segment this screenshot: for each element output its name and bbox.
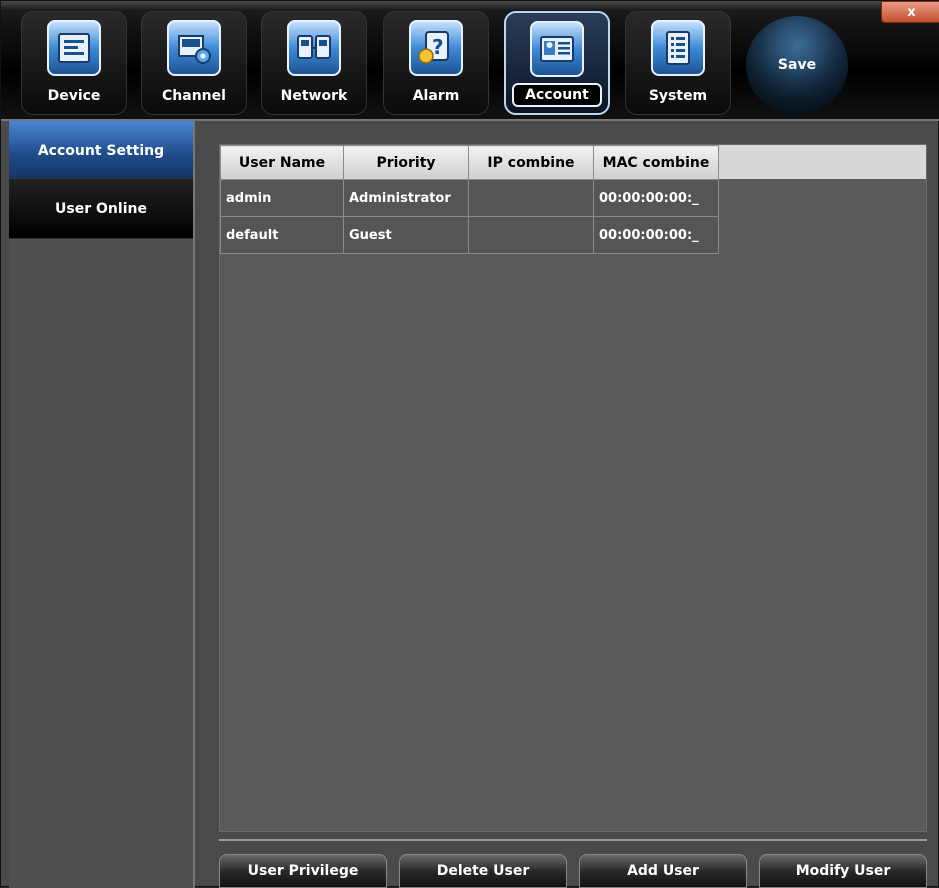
column-header-priority[interactable]: Priority [343, 145, 469, 180]
cell-user-name: default [220, 216, 344, 254]
system-icon [651, 20, 705, 76]
device-icon [47, 20, 101, 76]
tab-device-label: Device [47, 88, 101, 104]
close-button[interactable]: x [881, 1, 939, 23]
account-icon [530, 21, 584, 77]
tab-alarm[interactable]: ? Alarm [383, 11, 489, 115]
tab-account-label: Account [512, 83, 602, 107]
tab-network[interactable]: Network [261, 11, 367, 115]
table-header-row: User Name Priority IP combine MAC combin… [220, 145, 719, 180]
cell-ip-combine [468, 179, 594, 217]
sidebar-item-account-setting[interactable]: Account Setting [9, 121, 193, 179]
tab-device[interactable]: Device [21, 11, 127, 115]
divider [219, 839, 927, 841]
cell-ip-combine [468, 216, 594, 254]
table-row[interactable]: admin Administrator 00:00:00:00:_ [220, 179, 719, 217]
tab-network-label: Network [280, 88, 348, 104]
user-privilege-button[interactable]: User Privilege [219, 854, 387, 888]
column-header-user-name[interactable]: User Name [220, 145, 344, 180]
cell-priority: Guest [343, 216, 469, 254]
app-window: Device Channel Network ? Alarm Account S… [0, 0, 939, 888]
save-button[interactable]: Save [746, 16, 848, 114]
tab-account[interactable]: Account [504, 11, 610, 115]
cell-priority: Administrator [343, 179, 469, 217]
add-user-button[interactable]: Add User [579, 854, 747, 888]
user-table: User Name Priority IP combine MAC combin… [220, 145, 719, 254]
tab-system[interactable]: System [625, 11, 731, 115]
cell-mac-combine: 00:00:00:00:_ [593, 216, 719, 254]
top-toolbar: Device Channel Network ? Alarm Account S… [1, 1, 939, 121]
modify-user-button[interactable]: Modify User [759, 854, 927, 888]
delete-user-button[interactable]: Delete User [399, 854, 567, 888]
sidebar-item-user-online[interactable]: User Online [9, 179, 193, 239]
tab-alarm-label: Alarm [412, 88, 460, 104]
table-row[interactable]: default Guest 00:00:00:00:_ [220, 216, 719, 254]
column-header-mac-combine[interactable]: MAC combine [593, 145, 719, 180]
svg-text:?: ? [432, 35, 444, 59]
alarm-icon: ? [409, 20, 463, 76]
cell-mac-combine: 00:00:00:00:_ [593, 179, 719, 217]
tab-channel[interactable]: Channel [141, 11, 247, 115]
channel-icon [167, 20, 221, 76]
cell-user-name: admin [220, 179, 344, 217]
tab-channel-label: Channel [162, 88, 226, 104]
sidebar: Account Setting User Online [9, 121, 195, 888]
column-header-ip-combine[interactable]: IP combine [468, 145, 594, 180]
user-list-panel: User Name Priority IP combine MAC combin… [219, 144, 927, 832]
tab-system-label: System [648, 88, 708, 104]
network-icon [287, 20, 341, 76]
